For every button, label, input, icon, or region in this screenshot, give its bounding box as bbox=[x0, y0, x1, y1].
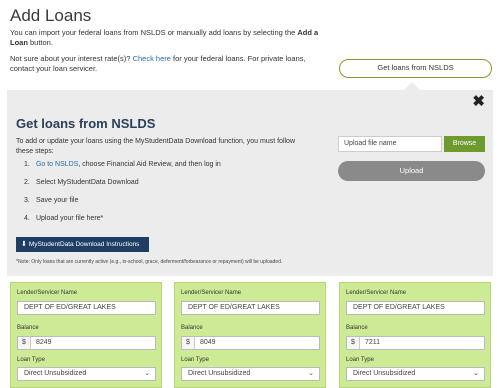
balance-value: 7211 bbox=[365, 339, 381, 346]
step-item: 2. Select MyStudentData Download bbox=[24, 178, 314, 196]
balance-field[interactable]: $ 8049 bbox=[181, 336, 320, 350]
lender-label: Lender/Servicer Name bbox=[17, 290, 78, 296]
go-to-nslds-link[interactable]: Go to NSLDS bbox=[36, 161, 78, 168]
rate-text-pre: Not sure about your interest rate(s)? bbox=[10, 54, 133, 63]
chevron-down-icon: ⌄ bbox=[473, 370, 479, 377]
loan-type-label: Loan Type bbox=[346, 357, 374, 363]
panel-pointer-caret bbox=[404, 82, 420, 90]
loan-type-value: Direct Unsubsidized bbox=[188, 370, 251, 377]
chevron-down-icon: ⌄ bbox=[308, 370, 314, 377]
chevron-down-icon: ⌄ bbox=[144, 370, 150, 377]
download-instructions-label: MyStudentData Download Instructions bbox=[28, 241, 140, 248]
balance-label: Balance bbox=[346, 325, 368, 331]
balance-field[interactable]: $ 7211 bbox=[346, 336, 485, 350]
lender-label: Lender/Servicer Name bbox=[346, 290, 407, 296]
upload-file-name-input[interactable]: Upload file name bbox=[338, 136, 442, 152]
upload-note: *Note: Only loans that are currently act… bbox=[16, 259, 283, 265]
balance-value: 8049 bbox=[200, 339, 216, 346]
interest-rate-note: Not sure about your interest rate(s)? Ch… bbox=[10, 54, 330, 74]
currency-symbol: $ bbox=[347, 337, 360, 349]
step-text: , choose Financial Aid Review, and then … bbox=[78, 161, 221, 168]
lender-input[interactable]: DEPT OF ED/GREAT LAKES bbox=[181, 301, 320, 315]
step-text: Save your file bbox=[35, 197, 79, 204]
steps-list: 1. Go to NSLDS, choose Financial Aid Rev… bbox=[24, 160, 314, 232]
loan-type-select[interactable]: Direct Unsubsidized ⌄ bbox=[346, 367, 485, 381]
balance-label: Balance bbox=[181, 325, 203, 331]
loan-card: Lender/Servicer Name DEPT OF ED/GREAT LA… bbox=[339, 282, 491, 388]
loan-card: Lender/Servicer Name DEPT OF ED/GREAT LA… bbox=[10, 282, 162, 388]
currency-symbol: $ bbox=[182, 337, 195, 349]
step-item: 1. Go to NSLDS, choose Financial Aid Rev… bbox=[24, 160, 314, 178]
nslds-panel: ✖ Get loans from NSLDS To add or update … bbox=[7, 90, 493, 276]
intro-text-start: You can import your federal loans from N… bbox=[10, 28, 298, 37]
balance-label: Balance bbox=[17, 325, 39, 331]
download-instructions-button[interactable]: ⬇ MyStudentData Download Instructions bbox=[16, 237, 149, 252]
loan-type-select[interactable]: Direct Unsubsidized ⌄ bbox=[17, 367, 156, 381]
balance-value: 8249 bbox=[36, 339, 52, 346]
balance-field[interactable]: $ 8249 bbox=[17, 336, 156, 350]
close-icon[interactable]: ✖ bbox=[472, 94, 485, 110]
loan-type-label: Loan Type bbox=[17, 357, 45, 363]
download-icon: ⬇ bbox=[21, 241, 27, 248]
panel-title: Get loans from NSLDS bbox=[16, 116, 156, 131]
loan-type-select[interactable]: Direct Unsubsidized ⌄ bbox=[181, 367, 320, 381]
check-here-link[interactable]: Check here bbox=[133, 54, 171, 63]
lender-input[interactable]: DEPT OF ED/GREAT LAKES bbox=[346, 301, 485, 315]
step-text: Select MyStudentData Download bbox=[35, 179, 139, 186]
loan-type-label: Loan Type bbox=[181, 357, 209, 363]
currency-symbol: $ bbox=[18, 337, 31, 349]
browse-button[interactable]: Browse bbox=[444, 136, 485, 152]
lender-label: Lender/Servicer Name bbox=[181, 290, 242, 296]
intro-text: You can import your federal loans from N… bbox=[10, 28, 320, 48]
loan-card: Lender/Servicer Name DEPT OF ED/GREAT LA… bbox=[174, 282, 326, 388]
step-item: 3. Save your file bbox=[24, 196, 314, 214]
step-number: 1. bbox=[24, 161, 30, 168]
panel-description: To add or update your loans using the My… bbox=[16, 138, 295, 155]
get-loans-from-nslds-button[interactable]: Get loans from NSLDS bbox=[339, 59, 492, 78]
step-text: Upload your file here* bbox=[35, 215, 104, 222]
page-title: Add Loans bbox=[10, 6, 92, 25]
lender-input[interactable]: DEPT OF ED/GREAT LAKES bbox=[17, 301, 156, 315]
upload-button[interactable]: Upload bbox=[338, 161, 485, 181]
step-number: 2. bbox=[24, 179, 30, 186]
step-item: 4. Upload your file here* bbox=[24, 214, 314, 232]
loan-type-value: Direct Unsubsidized bbox=[353, 370, 416, 377]
intro-text-end: button. bbox=[27, 38, 53, 47]
step-number: 3. bbox=[24, 197, 30, 204]
step-number: 4. bbox=[24, 215, 30, 222]
loan-type-value: Direct Unsubsidized bbox=[24, 370, 87, 377]
